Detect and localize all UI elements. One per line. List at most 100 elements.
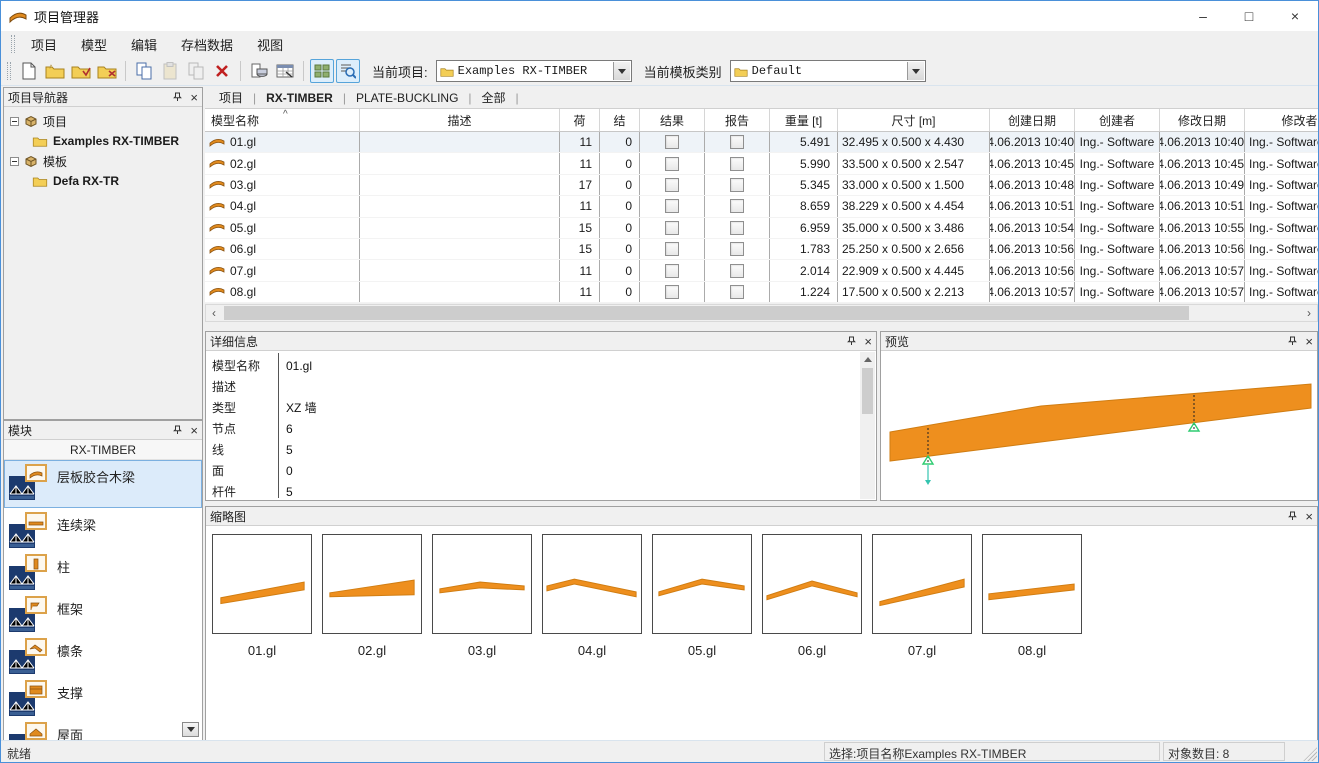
module-item-连续梁[interactable]: 连续梁 [4,508,202,550]
thumbnail-image[interactable] [872,534,972,634]
report-checkbox[interactable] [730,178,744,192]
tree-expander-icon[interactable] [10,157,19,166]
results-checkbox[interactable] [665,199,679,213]
module-item-檩条[interactable]: 檩条 [4,634,202,676]
scroll-right-icon[interactable]: › [1301,306,1317,320]
thumbnail-image[interactable] [762,534,862,634]
thumbnail-image[interactable] [432,534,532,634]
results-checkbox[interactable] [665,135,679,149]
tab-全部[interactable]: 全部 [474,87,514,108]
thumbnail-01.gl[interactable]: 01.gl [212,534,312,658]
dropdown-arrow-icon[interactable] [613,62,630,80]
copy-special-button[interactable] [184,59,208,83]
maximize-button[interactable]: □ [1226,1,1272,31]
dropdown-arrow-icon[interactable] [907,62,924,80]
thumbnail-03.gl[interactable]: 03.gl [432,534,532,658]
thumbnail-02.gl[interactable]: 02.gl [322,534,422,658]
column-header-结[interactable]: 结 [600,109,640,131]
menu-item-项目[interactable]: 项目 [19,32,69,57]
pin-icon[interactable] [847,336,856,346]
table-row-04.gl[interactable]: 04.gl1108.65938.229 x 0.500 x 4.45414.06… [205,196,1318,217]
thumbnail-06.gl[interactable]: 06.gl [762,534,862,658]
pin-icon[interactable] [173,92,182,102]
report-checkbox[interactable] [730,157,744,171]
menu-item-模型[interactable]: 模型 [69,32,119,57]
module-item-层板胶合木梁[interactable]: 层板胶合木梁 [4,460,202,508]
table-row-06.gl[interactable]: 06.gl1501.78325.250 x 0.500 x 2.65614.06… [205,239,1318,260]
pin-icon[interactable] [1288,336,1297,346]
open-project-button[interactable] [69,59,93,83]
table-row-03.gl[interactable]: 03.gl1705.34533.000 x 0.500 x 1.50014.06… [205,175,1318,196]
new-model-button[interactable] [17,59,41,83]
close-panel-icon[interactable]: × [864,335,872,348]
thumbnail-image[interactable] [322,534,422,634]
table-row-05.gl[interactable]: 05.gl1506.95935.000 x 0.500 x 3.48614.06… [205,218,1318,239]
table-row-07.gl[interactable]: 07.gl1102.01422.909 x 0.500 x 4.44514.06… [205,260,1318,281]
module-item-框架[interactable]: 框架 [4,592,202,634]
close-panel-icon[interactable]: × [1305,510,1313,523]
scrollbar-thumb[interactable] [224,306,1189,320]
resize-grip[interactable] [1303,747,1317,761]
thumbnail-image[interactable] [212,534,312,634]
thumbnail-image[interactable] [982,534,1082,634]
preview-view-toggle[interactable] [336,59,360,83]
report-checkbox[interactable] [730,135,744,149]
menu-item-存档数据[interactable]: 存档数据 [169,32,245,57]
report-checkbox[interactable] [730,285,744,299]
scroll-up-icon[interactable] [860,352,875,367]
modules-scroll-down-button[interactable] [182,722,199,737]
thumbnail-08.gl[interactable]: 08.gl [982,534,1082,658]
thumbnail-04.gl[interactable]: 04.gl [542,534,642,658]
menu-item-视图[interactable]: 视图 [245,32,295,57]
column-header-报告[interactable]: 报告 [705,109,770,131]
copy-button[interactable] [132,59,156,83]
column-header-模型名称[interactable]: 模型名称^ [205,109,360,131]
minimize-button[interactable]: – [1180,1,1226,31]
details-vertical-scrollbar[interactable] [860,352,875,499]
close-panel-icon[interactable]: × [1305,335,1313,348]
close-panel-icon[interactable]: × [190,91,198,104]
tree-expander-icon[interactable] [10,117,19,126]
column-header-修改日期[interactable]: 修改日期 [1160,109,1245,131]
archive-table-button[interactable] [273,59,297,83]
pin-icon[interactable] [173,425,182,435]
scrollbar-thumb[interactable] [862,368,873,414]
module-item-支撑[interactable]: 支撑 [4,676,202,718]
thumbnail-image[interactable] [652,534,752,634]
results-checkbox[interactable] [665,221,679,235]
column-header-重量 [t][interactable]: 重量 [t] [770,109,838,131]
column-header-描述[interactable]: 描述 [360,109,560,131]
tree-node-模板[interactable]: 模板 [10,151,202,171]
thumbnail-image[interactable] [542,534,642,634]
horizontal-scrollbar[interactable]: ‹ › [205,304,1318,322]
close-panel-icon[interactable]: × [190,424,198,437]
tab-PLATE-BUCKLING[interactable]: PLATE-BUCKLING [348,89,466,107]
tab-项目[interactable]: 项目 [211,87,251,108]
report-checkbox[interactable] [730,199,744,213]
pin-icon[interactable] [1288,511,1297,521]
table-row-01.gl[interactable]: 01.gl1105.49132.495 x 0.500 x 4.43014.06… [205,132,1318,153]
results-checkbox[interactable] [665,264,679,278]
tree-item-Examples RX-TIMBER[interactable]: Examples RX-TIMBER [10,131,202,151]
close-button[interactable]: × [1272,1,1318,31]
menu-item-编辑[interactable]: 编辑 [119,32,169,57]
thumbnail-07.gl[interactable]: 07.gl [872,534,972,658]
grid-view-toggle[interactable] [310,59,334,83]
module-item-柱[interactable]: 柱 [4,550,202,592]
column-header-创建日期[interactable]: 创建日期 [990,109,1075,131]
scroll-left-icon[interactable]: ‹ [206,306,222,320]
current-project-combobox[interactable]: Examples RX-TIMBER [436,60,632,82]
paste-button[interactable] [158,59,182,83]
column-header-尺寸 [m][interactable]: 尺寸 [m] [838,109,990,131]
results-checkbox[interactable] [665,242,679,256]
results-checkbox[interactable] [665,157,679,171]
delete-project-button[interactable] [95,59,119,83]
new-project-button[interactable] [43,59,67,83]
column-header-创建者[interactable]: 创建者 [1075,109,1160,131]
results-checkbox[interactable] [665,178,679,192]
delete-button[interactable] [210,59,234,83]
tab-RX-TIMBER[interactable]: RX-TIMBER [258,89,341,107]
column-header-荷[interactable]: 荷 [560,109,600,131]
table-row-02.gl[interactable]: 02.gl1105.99033.500 x 0.500 x 2.54714.06… [205,153,1318,174]
thumbnail-05.gl[interactable]: 05.gl [652,534,752,658]
